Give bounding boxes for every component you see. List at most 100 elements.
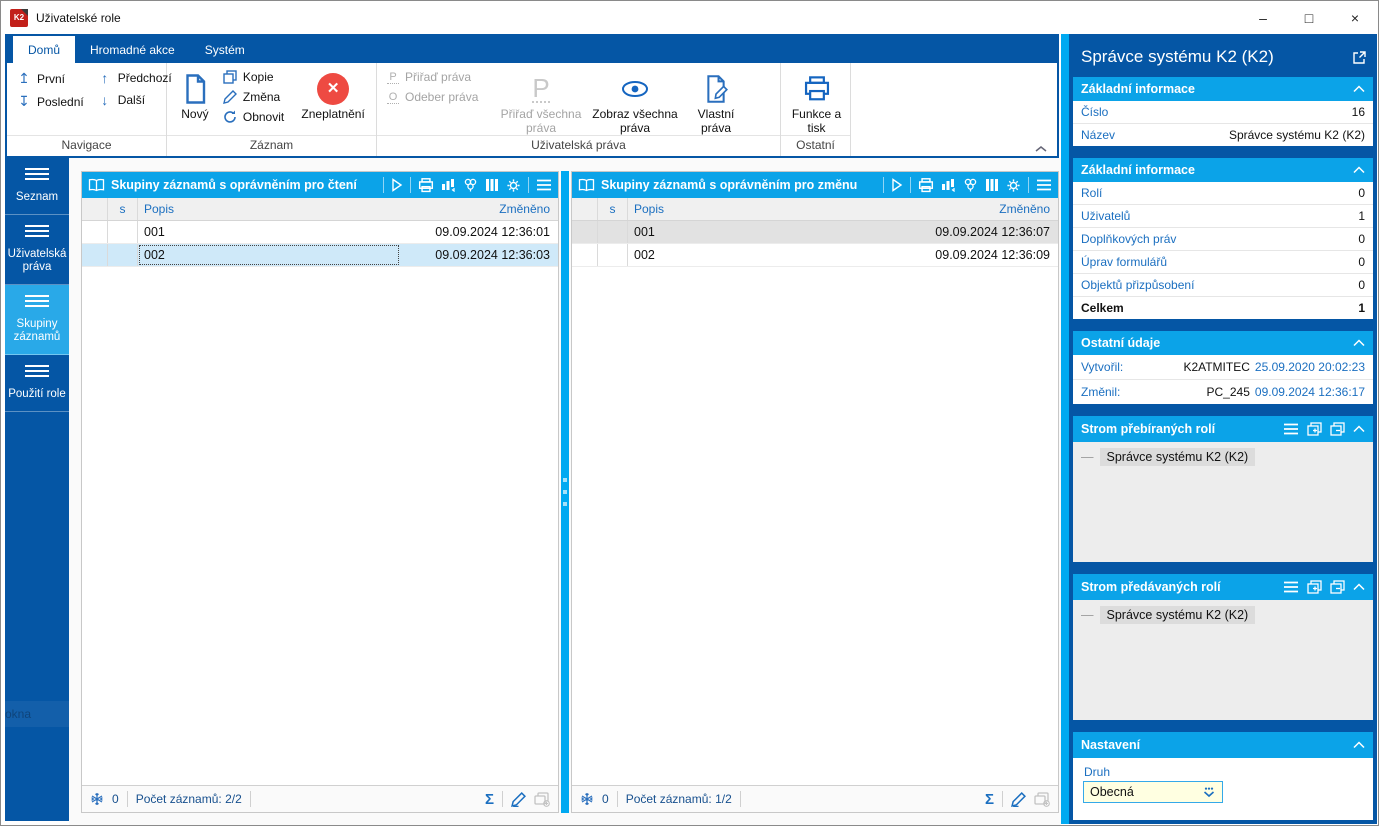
collapse-chevron-icon[interactable] <box>1353 339 1365 347</box>
column-s[interactable]: s <box>108 198 138 220</box>
run-filter-icon[interactable] <box>891 178 903 192</box>
maximize-button[interactable]: □ <box>1286 1 1332 34</box>
settings-gear-icon[interactable] <box>506 178 521 193</box>
grid-menu-icon[interactable] <box>1036 179 1052 191</box>
tree-menu-icon[interactable] <box>1283 581 1299 593</box>
settings-gear-icon[interactable] <box>1006 178 1021 193</box>
last-label: Poslední <box>37 94 84 109</box>
druh-dropdown[interactable]: Obecná <box>1083 781 1223 803</box>
druh-dropdown-value: Obecná <box>1090 785 1134 799</box>
cell-zmeneno[interactable]: 09.09.2024 12:36:03 <box>400 244 558 266</box>
sum-icon[interactable]: Σ <box>985 791 994 808</box>
cell-zmeneno[interactable]: 09.09.2024 12:36:01 <box>400 221 558 243</box>
table-row[interactable]: 002 09.09.2024 12:36:09 <box>572 244 1058 267</box>
table-row[interactable]: 001 09.09.2024 12:36:07 <box>572 221 1058 244</box>
copy-record-icon-disabled[interactable] <box>534 791 550 807</box>
chart-icon[interactable] <box>441 178 456 192</box>
new-button[interactable]: Nový <box>173 67 217 121</box>
show-all-rights-button[interactable]: Zobraz všechna práva <box>589 67 681 135</box>
printer-icon <box>803 71 831 107</box>
snowflake-icon[interactable] <box>90 792 104 806</box>
section-inherited-roles-tree: Strom přebíraných rolí — Správce systému… <box>1073 416 1373 562</box>
remove-rights-button[interactable]: O Odeber práva <box>383 87 493 107</box>
tree-node-dash-icon[interactable]: — <box>1081 608 1094 622</box>
cell-popis[interactable]: 001 <box>628 221 900 243</box>
column-popis[interactable]: Popis <box>138 198 400 220</box>
sum-icon[interactable]: Σ <box>485 791 494 808</box>
column-popis[interactable]: Popis <box>628 198 900 220</box>
column-zmeneno[interactable]: Změněno <box>400 198 558 220</box>
run-filter-icon[interactable] <box>391 178 403 192</box>
assign-all-rights-button[interactable]: P Přiřaď všechna práva <box>495 67 587 135</box>
refresh-button[interactable]: Obnovit <box>219 107 292 127</box>
chart-icon[interactable] <box>941 178 956 192</box>
open-in-window-icon[interactable] <box>1352 50 1367 65</box>
related-records-icon[interactable] <box>963 178 978 192</box>
collapse-all-icon[interactable] <box>1330 422 1345 436</box>
functions-print-button[interactable]: Funkce a tisk <box>787 67 846 135</box>
tree-item-label[interactable]: Správce systému K2 (K2) <box>1099 448 1256 466</box>
print-icon[interactable] <box>418 177 434 193</box>
snowflake-icon[interactable] <box>580 792 594 806</box>
cell-popis[interactable]: 001 <box>138 221 400 243</box>
minimize-button[interactable]: – <box>1240 1 1286 34</box>
columns-icon[interactable] <box>485 178 499 192</box>
grid-splitter[interactable] <box>561 171 569 813</box>
arrow-to-top-icon: ↥ <box>18 70 30 86</box>
copy-record-icon-disabled[interactable] <box>1034 791 1050 807</box>
section-settings-header: Nastavení <box>1073 732 1373 758</box>
grid-read-column-header[interactable]: s Popis Změněno <box>82 198 558 221</box>
grid-menu-icon[interactable] <box>536 179 552 191</box>
tree-item[interactable]: — Správce systému K2 (K2) <box>1081 448 1373 466</box>
collapse-chevron-icon[interactable] <box>1353 741 1365 749</box>
cell-zmeneno[interactable]: 09.09.2024 12:36:09 <box>900 244 1058 266</box>
first-button[interactable]: ↥ První <box>13 67 92 90</box>
sidebar-item-skupiny-zaznamu[interactable]: Skupiny záznamů <box>5 285 69 355</box>
expand-all-icon[interactable] <box>1307 580 1322 594</box>
edit-pencil-icon[interactable] <box>1011 791 1026 807</box>
cell-popis[interactable]: 002 <box>138 244 400 266</box>
collapse-all-icon[interactable] <box>1330 580 1345 594</box>
sidebar-item-pouziti-role[interactable]: Použití role <box>5 355 69 412</box>
collapse-chevron-icon[interactable] <box>1353 583 1365 591</box>
passed-roles-tree: — Správce systému K2 (K2) <box>1073 600 1373 720</box>
own-rights-button[interactable]: Vlastní práva <box>683 67 749 135</box>
collapse-chevron-icon[interactable] <box>1353 85 1365 93</box>
ribbon-collapse-chevron-icon[interactable] <box>1035 145 1047 153</box>
related-records-icon[interactable] <box>463 178 478 192</box>
print-icon[interactable] <box>918 177 934 193</box>
grid-change-permission: Skupiny záznamů s oprávněním pro změnu s… <box>571 171 1059 813</box>
edit-pencil-icon[interactable] <box>511 791 526 807</box>
copy-button[interactable]: Kopie <box>219 67 292 87</box>
grid-change-column-header[interactable]: s Popis Změněno <box>572 198 1058 221</box>
columns-icon[interactable] <box>985 178 999 192</box>
table-row-selected[interactable]: 002 09.09.2024 12:36:03 <box>82 244 558 267</box>
collapse-chevron-icon[interactable] <box>1353 166 1365 174</box>
panel-splitter[interactable] <box>1061 34 1069 824</box>
column-s[interactable]: s <box>598 198 628 220</box>
cell-zmeneno[interactable]: 09.09.2024 12:36:07 <box>900 221 1058 243</box>
column-zmeneno[interactable]: Změněno <box>900 198 1058 220</box>
tab-system[interactable]: Systém <box>190 36 260 63</box>
last-button[interactable]: ↧ Poslední <box>13 90 92 113</box>
table-row[interactable]: 001 09.09.2024 12:36:01 <box>82 221 558 244</box>
tree-item[interactable]: — Správce systému K2 (K2) <box>1081 606 1373 624</box>
change-button[interactable]: Změna <box>219 87 292 107</box>
expand-all-icon[interactable] <box>1307 422 1322 436</box>
sidebar-item-uzivatelska-prava[interactable]: Uživatelská práva <box>5 215 69 285</box>
functions-print-label: Funkce a tisk <box>791 107 842 135</box>
invalidate-button[interactable]: ✕ Zneplatnění <box>294 67 372 121</box>
collapse-chevron-icon[interactable] <box>1353 425 1365 433</box>
tree-node-dash-icon[interactable]: — <box>1081 450 1094 464</box>
tree-item-label[interactable]: Správce systému K2 (K2) <box>1099 606 1256 624</box>
tab-domu[interactable]: Domů <box>13 36 76 63</box>
assign-rights-button[interactable]: P Přiřaď práva <box>383 67 493 87</box>
group-label-zaznam: Záznam <box>167 135 376 156</box>
field-value: 0 <box>1358 278 1365 292</box>
field-row: Úprav formulářů 0 <box>1073 251 1373 274</box>
sidebar-item-seznam[interactable]: Seznam <box>5 158 69 215</box>
tree-menu-icon[interactable] <box>1283 423 1299 435</box>
tab-hromadne-akce[interactable]: Hromadné akce <box>75 36 190 63</box>
close-button[interactable]: × <box>1332 1 1378 34</box>
cell-popis[interactable]: 002 <box>628 244 900 266</box>
